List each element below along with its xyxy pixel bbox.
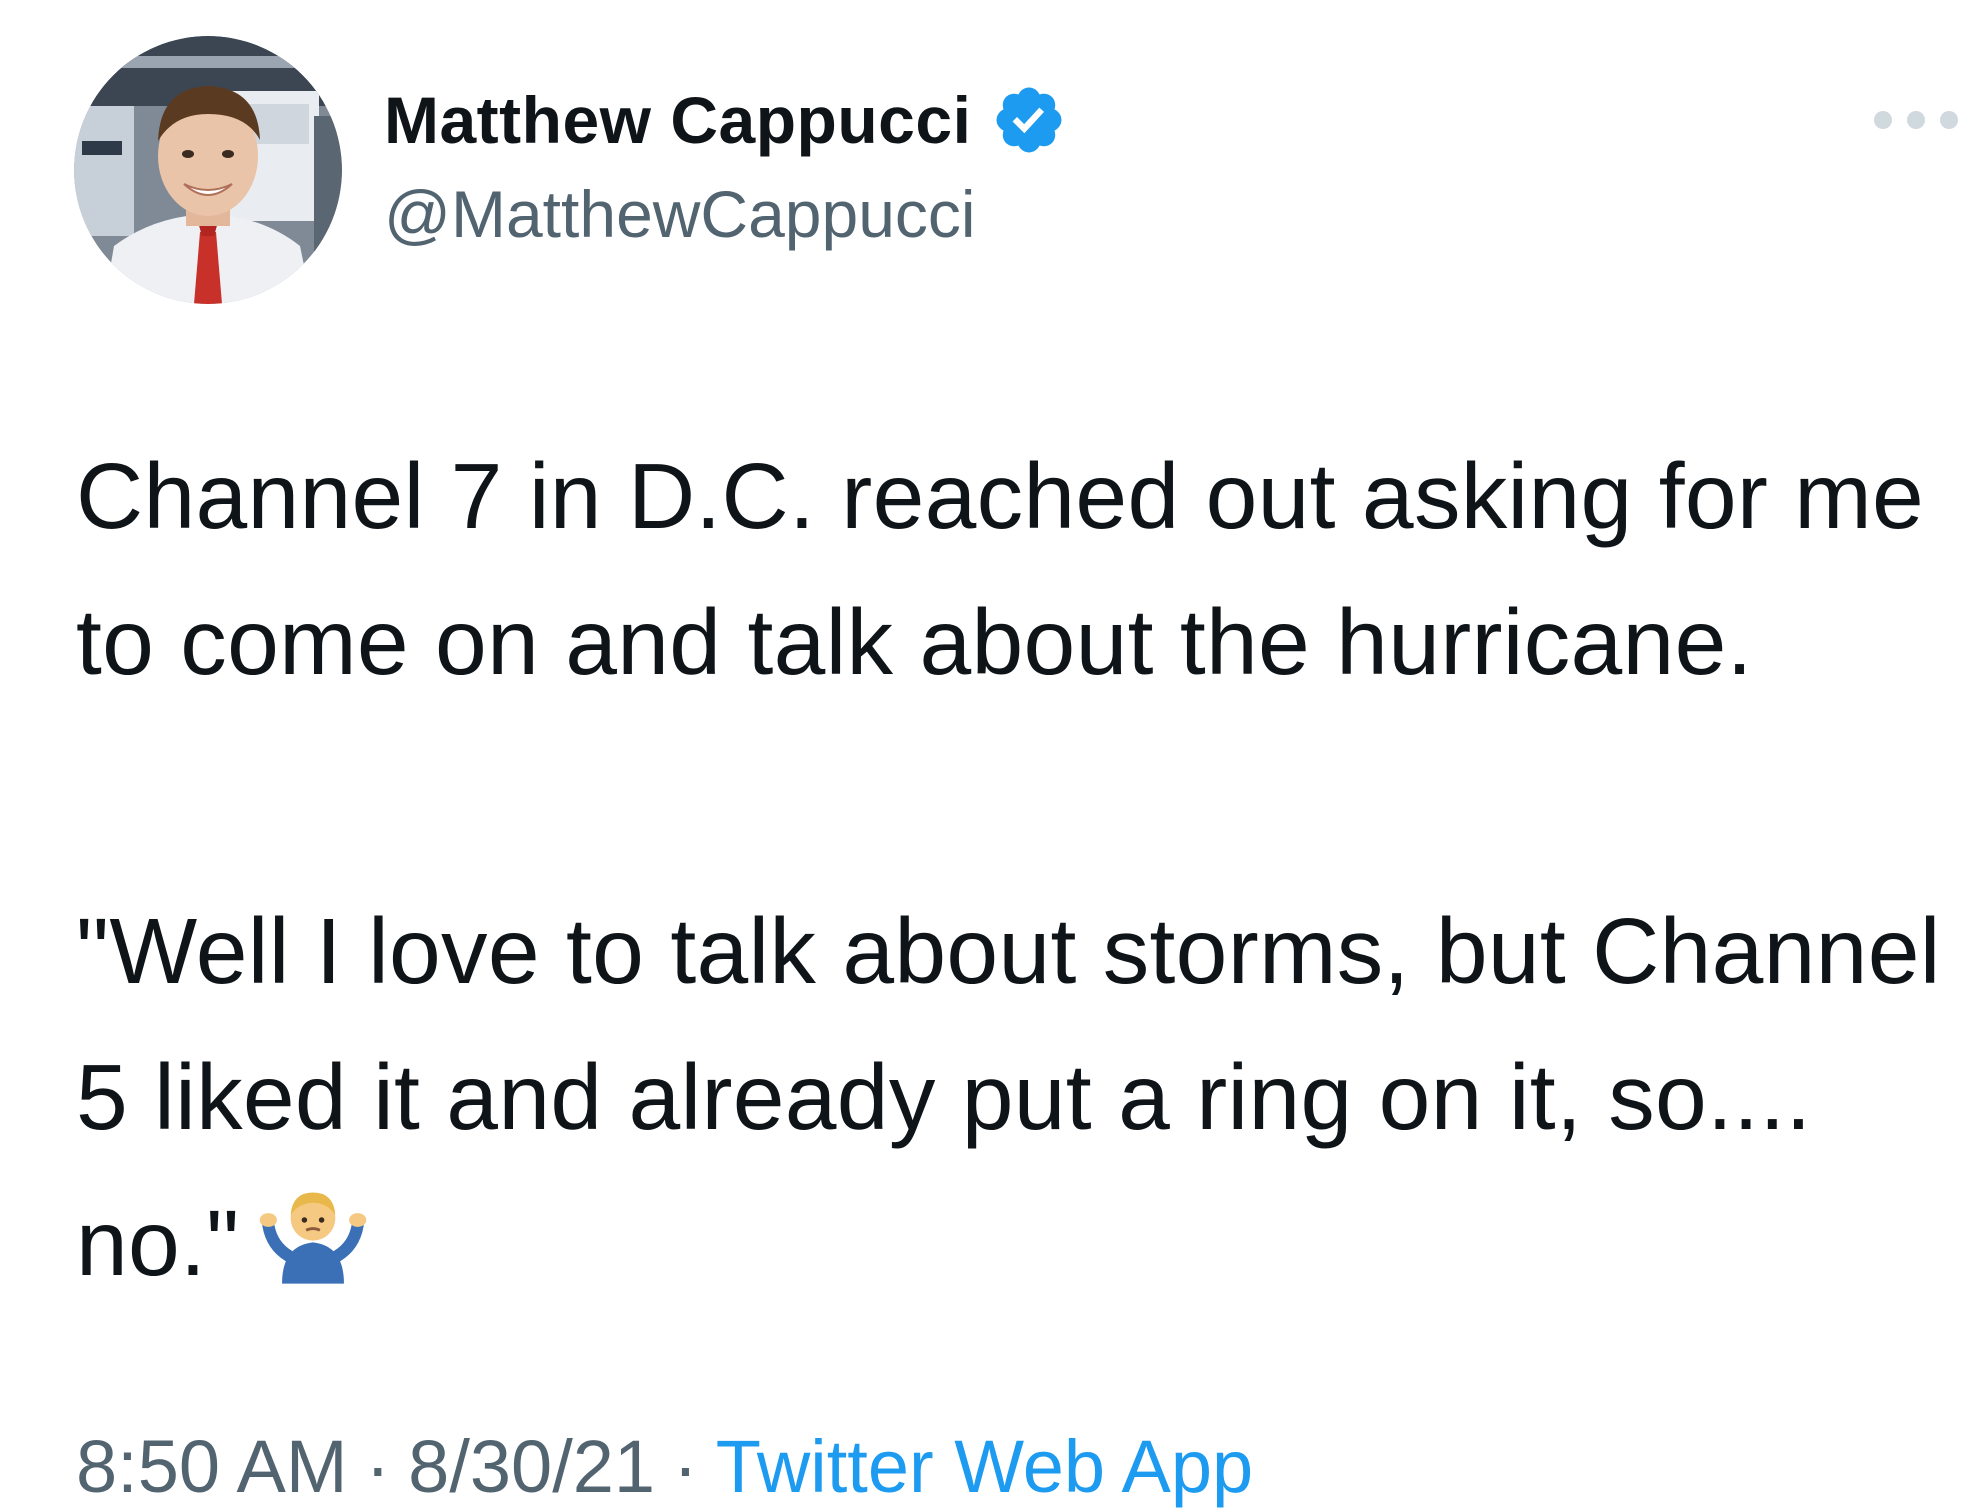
author-display-name[interactable]: Matthew Cappucci xyxy=(384,82,971,158)
tweet-paragraph: "Well I love to talk about storms, but C… xyxy=(76,878,1966,1316)
more-options-icon-dot xyxy=(1907,111,1925,129)
verified-badge-icon xyxy=(996,87,1062,153)
more-options-icon xyxy=(1874,111,1892,129)
meta-separator: · xyxy=(673,1425,698,1508)
more-options-button[interactable] xyxy=(1874,106,1958,134)
avatar[interactable] xyxy=(74,36,342,304)
person-shrugging-emoji xyxy=(259,1192,366,1284)
tweet-date[interactable]: 8/30/21 xyxy=(408,1425,655,1508)
author-name-row[interactable]: Matthew Cappucci xyxy=(384,82,1067,158)
more-options-icon-dot xyxy=(1940,111,1958,129)
meta-separator: · xyxy=(365,1425,391,1508)
tweet-time[interactable]: 8:50 AM xyxy=(76,1425,348,1508)
tweet-paragraph: Channel 7 in D.C. reached out asking for… xyxy=(76,444,1925,694)
tweet-source-link[interactable]: Twitter Web App xyxy=(716,1425,1253,1508)
tweet-meta: 8:50 AM · 8/30/21 · Twitter Web App xyxy=(76,1422,1253,1512)
author-handle[interactable]: @MatthewCappucci xyxy=(384,176,976,252)
avatar-photo xyxy=(74,36,342,304)
